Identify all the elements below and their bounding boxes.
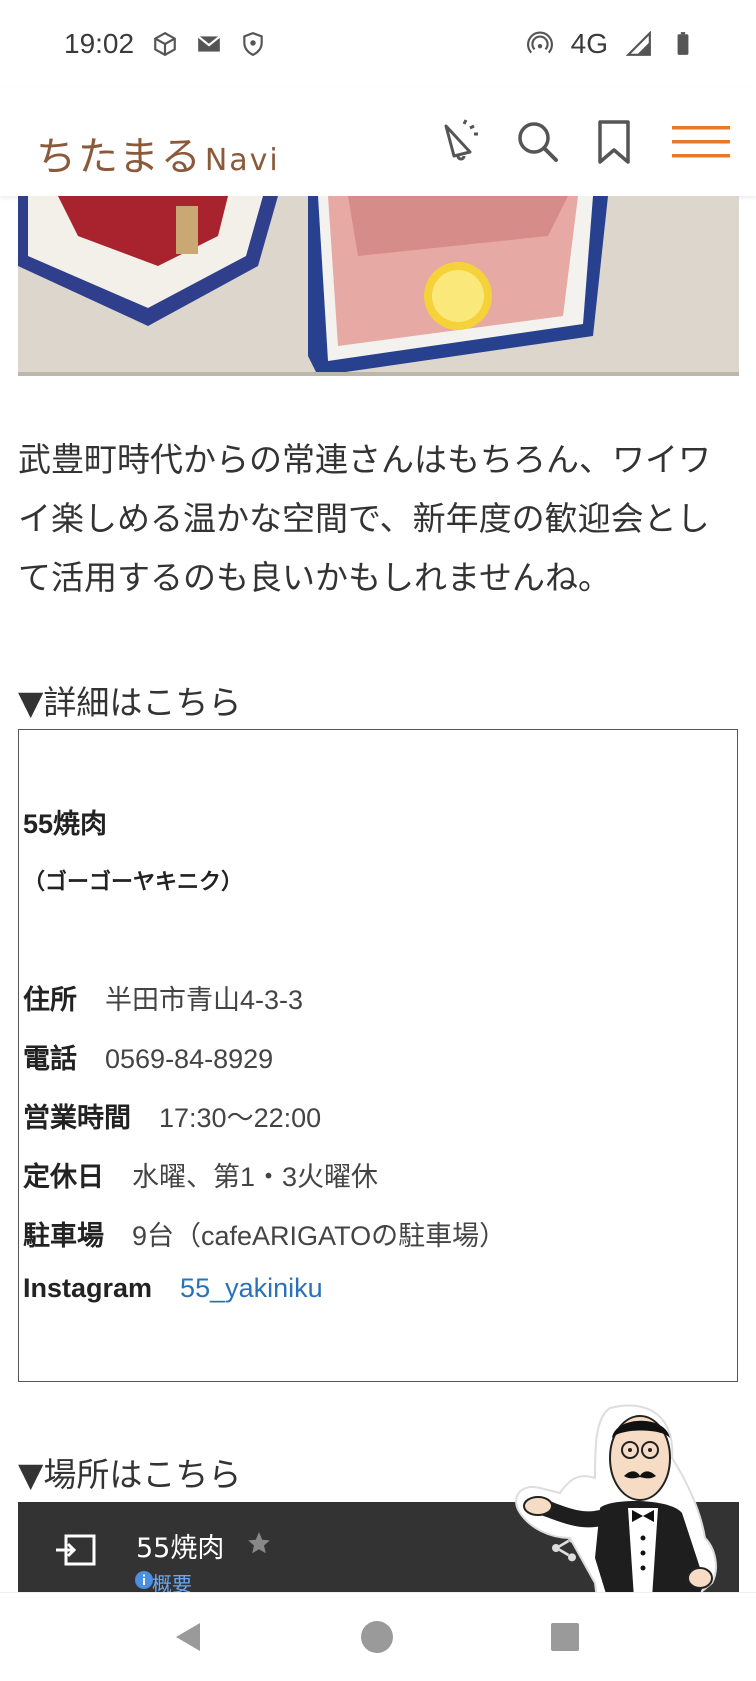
row-value[interactable]: 0569-84-8929 [105,1044,273,1075]
shop-name: 55焼肉 [23,809,108,839]
site-header: ちたまるNavi [0,88,756,196]
battery-icon [677,32,689,55]
location-heading: ▼場所はこちら [18,1455,242,1494]
home-icon[interactable] [360,1620,394,1654]
cube-icon [154,31,176,57]
status-time: 19:02 [64,28,135,59]
logo-text: ちたまる [36,134,203,180]
system-nav-bar [0,1592,756,1681]
info-icon [135,1571,153,1589]
menu-icon[interactable] [670,118,732,166]
megaphone-icon[interactable] [434,118,482,166]
shield-icon [243,32,263,57]
status-bar: 19:02 4G [0,0,756,88]
hotspot-icon [526,31,553,54]
row-label: 電話 [23,1044,77,1075]
paragraph-line: 武豊町時代からの常連さんはもちろん、ワイワ [18,440,711,479]
info-row-parking: 駐車場 9台（cafeARIGATOの駐車場） [23,1214,506,1253]
bookmark-icon[interactable] [590,118,638,166]
info-row-holiday: 定休日 水曜、第1・3火曜休 [23,1155,378,1194]
row-label: Instagram [23,1273,153,1303]
back-icon[interactable] [172,1621,204,1653]
star-icon[interactable] [246,1530,272,1556]
info-row-hours: 営業時間 17:30〜22:00 [23,1096,321,1135]
info-row-phone: 電話 0569-84-8929 [23,1037,273,1076]
instagram-link[interactable]: 55_yakiniku [180,1273,323,1304]
info-row-instagram: Instagram 55_yakiniku [23,1273,323,1304]
shop-info-box: 55焼肉 （ゴーゴーヤキニク） 住所 半田市青山4-3-3 電話 0569-84… [18,729,738,1382]
signal-icon [626,31,651,56]
row-label: 駐車場 [23,1221,104,1252]
food-photo [18,196,739,376]
sign-in-icon[interactable] [56,1534,96,1566]
row-value: 17:30〜22:00 [159,1103,322,1133]
site-logo[interactable]: ちたまるNavi [36,124,280,182]
paragraph-line: て活用するのも良いかもしれませんね。 [18,558,612,597]
row-value: 半田市青山4-3-3 [105,985,304,1015]
row-label: 住所 [23,985,77,1016]
recents-icon[interactable] [550,1622,580,1652]
row-value: 9台（cafeARIGATOの駐車場） [132,1221,507,1251]
search-icon[interactable] [514,118,562,166]
article-paragraph: 武豊町時代からの常連さんはもちろん、ワイワ イ楽しめる温かな空間で、新年度の歓迎… [18,430,738,607]
mail-icon [197,35,221,52]
logo-suffix: Navi [204,143,280,178]
row-value: 水曜、第1・3火曜休 [132,1162,379,1192]
network-label: 4G [570,28,608,59]
paragraph-line: イ楽しめる温かな空間で、新年度の歓迎会とし [18,499,710,538]
row-label: 定休日 [23,1162,104,1193]
map-place-title[interactable]: 55焼肉 [136,1526,224,1565]
shop-kana: （ゴーゴーヤキニク） [23,870,244,895]
info-row-address: 住所 半田市青山4-3-3 [23,978,303,1017]
row-label: 営業時間 [23,1103,131,1134]
detail-heading: ▼詳細はこちら [18,683,242,722]
